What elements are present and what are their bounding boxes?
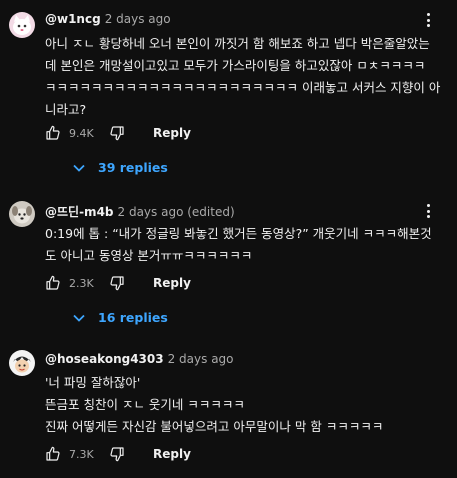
like-button[interactable] bbox=[45, 125, 61, 141]
comment-header: @w1ncg 2 days ago bbox=[45, 12, 171, 26]
avatar-cat-icon bbox=[9, 12, 35, 38]
thumbs-up-icon bbox=[46, 446, 60, 461]
timestamp[interactable]: 2 days ago (edited) bbox=[118, 205, 235, 219]
dislike-button[interactable] bbox=[109, 125, 125, 141]
like-count: 2.3K bbox=[69, 276, 94, 290]
avatar[interactable] bbox=[9, 350, 35, 376]
author-name[interactable]: @w1ncg bbox=[45, 12, 101, 26]
comment-line: 0:19에 톱 : “내가 정글링 봐놓긴 했거든 동영상?” 개웃기네 ㅋㅋㅋ… bbox=[45, 226, 432, 241]
like-count: 9.4K bbox=[69, 126, 94, 140]
reply-button[interactable]: Reply bbox=[153, 447, 191, 461]
timestamp[interactable]: 2 days ago bbox=[168, 352, 234, 366]
comment-header: @hoseakong4303 2 days ago bbox=[45, 352, 234, 366]
thumbs-down-icon bbox=[110, 276, 124, 291]
avatar[interactable] bbox=[9, 201, 35, 227]
replies-label: 16 replies bbox=[98, 310, 168, 325]
chevron-down-icon bbox=[73, 164, 85, 172]
dislike-button[interactable] bbox=[109, 275, 125, 291]
chevron-down-icon bbox=[73, 314, 85, 322]
avatar-dog-icon bbox=[9, 201, 35, 227]
comment-line: 데 본인은 개망설이고있고 모두가 가스라이팅을 하고있잖아 ㅁㅊㅋㅋㅋㅋ bbox=[45, 58, 426, 73]
view-replies-button[interactable]: 16 replies bbox=[72, 310, 168, 325]
like-button[interactable] bbox=[45, 446, 61, 462]
comment-actions: 7.3K Reply bbox=[45, 444, 191, 464]
comment-text: '너 파밍 잘하잖아' 뜬금포 칭찬이 ㅈㄴ 웃기네 ㅋㅋㅋㅋㅋ 진짜 어떻게든… bbox=[45, 372, 445, 438]
comment-line: ㅋㅋㅋㅋㅋㅋㅋㅋㅋㅋㅋㅋㅋㅋㅋㅋㅋㅋㅋㅋㅋㅋ 이래놓고 서커스 지향이 아 bbox=[45, 80, 441, 95]
replies-label: 39 replies bbox=[98, 160, 168, 175]
comment-text: 0:19에 톱 : “내가 정글링 봐놓긴 했거든 동영상?” 개웃기네 ㅋㅋㅋ… bbox=[45, 223, 445, 267]
comment-line: 도 아니고 동영상 본거ㅠㅠㅋㅋㅋㅋㅋㅋ bbox=[45, 248, 253, 263]
thumbs-down-icon bbox=[110, 126, 124, 141]
like-button[interactable] bbox=[45, 275, 61, 291]
view-replies-button[interactable]: 39 replies bbox=[72, 160, 168, 175]
comment-line: '너 파밍 잘하잖아' bbox=[45, 375, 141, 390]
more-options-icon[interactable] bbox=[421, 11, 435, 29]
comment-line: 아니 ㅈㄴ 황당하네 오너 본인이 까짓거 함 해보죠 하고 넵다 박은줄알았는 bbox=[45, 36, 430, 51]
timestamp[interactable]: 2 days ago bbox=[105, 12, 171, 26]
reply-button[interactable]: Reply bbox=[153, 276, 191, 290]
comment-text: 아니 ㅈㄴ 황당하네 오너 본인이 까짓거 함 해보죠 하고 넵다 박은줄알았는… bbox=[45, 33, 445, 121]
comment-actions: 9.4K Reply bbox=[45, 123, 191, 143]
comment-line: 니라고? bbox=[45, 102, 87, 117]
comment-actions: 2.3K Reply bbox=[45, 273, 191, 293]
dislike-button[interactable] bbox=[109, 446, 125, 462]
like-count: 7.3K bbox=[69, 447, 94, 461]
author-name[interactable]: @hoseakong4303 bbox=[45, 352, 164, 366]
author-name[interactable]: @뜨딘-m4b bbox=[45, 205, 114, 219]
reply-button[interactable]: Reply bbox=[153, 126, 191, 140]
thumbs-up-icon bbox=[46, 275, 60, 290]
more-options-icon[interactable] bbox=[421, 202, 435, 220]
avatar-character-icon bbox=[9, 350, 35, 376]
thumbs-down-icon bbox=[110, 447, 124, 462]
avatar[interactable] bbox=[9, 12, 35, 38]
comment-line: 뜬금포 칭찬이 ㅈㄴ 웃기네 ㅋㅋㅋㅋㅋ bbox=[45, 397, 245, 412]
thumbs-up-icon bbox=[46, 125, 60, 140]
comment-line: 진짜 어떻게든 자신감 불어넣으려고 아무말이나 막 함 ㅋㅋㅋㅋㅋ bbox=[45, 419, 384, 434]
comment-header: @뜨딘-m4b 2 days ago (edited) bbox=[45, 203, 235, 220]
